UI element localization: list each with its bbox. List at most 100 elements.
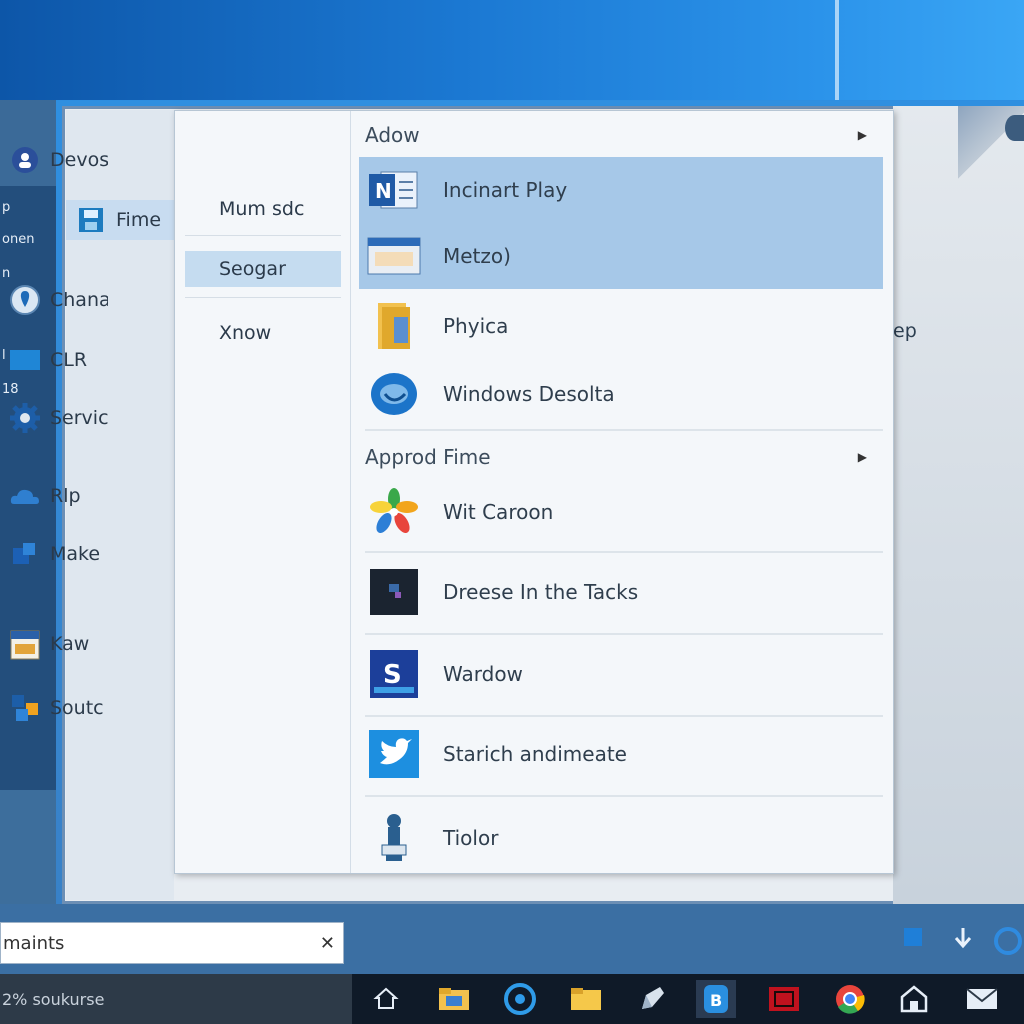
folder-icon [367,301,421,351]
svg-text:B: B [710,991,722,1010]
submenu-item[interactable]: Xnow [185,315,341,351]
menu-entry-label: Wit Caroon [443,500,554,524]
menu-list: Adow ▶ N Incinart Play Metzo) Phyica Win… [359,111,895,873]
store-icon[interactable] [894,980,934,1018]
nav-item-label: Servic [50,407,108,429]
apps-icon [10,693,40,723]
terminal-icon [367,567,421,617]
menu-entry-label: Starich andimeate [443,742,627,766]
left-panel-text: n [2,266,11,281]
media-app-icon[interactable] [764,980,804,1018]
cloud-icon [10,481,40,511]
pen-icon[interactable] [632,980,672,1018]
location-pin-icon [10,285,40,315]
nav-item-label: Make [50,543,101,565]
menu-entry[interactable]: Dreese In the Tacks [359,559,883,625]
corner-avatar-icon[interactable] [1005,115,1024,141]
window-app-icon [367,231,421,281]
svg-text:S: S [383,660,402,690]
nav-item-label: Chana [50,289,108,311]
settings-app-icon[interactable]: B [696,980,736,1018]
nav-item-label: Fime [116,209,162,231]
puzzle-icon [10,539,40,569]
submenu-divider [185,297,341,298]
menu-entry[interactable]: Starich andimeate [359,721,883,787]
submenu-divider [185,235,341,236]
home-icon[interactable] [366,980,406,1018]
menu-entry-label: Metzo) [443,244,511,268]
submenu-item[interactable]: Mum sdc [185,191,341,227]
menu-entry[interactable]: Phyica [359,293,883,359]
nav-item-label: Rlp [50,485,81,507]
nav-item-kaw[interactable]: Kaw [10,624,108,664]
desktop-wallpaper [0,0,1024,100]
menu-divider [365,633,883,635]
display-icon [10,345,40,375]
nav-item-label: Soutc [50,697,104,719]
nav-item-label: CLR [50,349,88,371]
menu-entry[interactable]: N Incinart Play [359,157,883,223]
window-content-area [893,106,1024,904]
menu-divider [365,715,883,717]
calendar-icon [10,629,40,660]
nav-item-clr[interactable]: CLR [10,340,108,380]
menu-divider [365,429,883,431]
chrome-icon[interactable] [830,980,870,1018]
figure-icon [367,813,421,863]
section-header[interactable]: Adow ▶ [359,115,883,155]
save-icon [76,205,106,235]
nav-item-devos[interactable]: Devos [10,140,108,180]
browser-icon[interactable] [500,980,540,1018]
nav-item-label: Devos [50,149,108,171]
mail-icon[interactable] [962,980,1002,1018]
menu-entry-label: Wardow [443,662,523,686]
left-panel-text: 18 [2,382,19,397]
square-icon[interactable] [902,926,926,956]
notes-app-icon: N [367,165,421,215]
folder-icon[interactable] [566,980,606,1018]
gear-icon [10,403,40,433]
chevron-right-icon: ▶ [857,128,867,142]
nav-item-rlp[interactable]: Rlp [10,476,108,516]
search-input[interactable]: maints ✕ [0,922,344,964]
s-app-icon: S [367,649,421,699]
menu-entry-label: Incinart Play [443,178,568,202]
menu-entry[interactable]: Tiolor [359,805,883,871]
menu-entry-label: Windows Desolta [443,382,615,406]
svg-text:N: N [375,179,392,203]
nav-item-make[interactable]: Make [10,534,108,574]
menu-divider [365,795,883,797]
taskbar-status-text: 2% soukurse [0,974,352,1024]
bird-app-icon [367,729,421,779]
section-header[interactable]: Approd Fime ▶ [359,437,883,477]
menu-entry-label: Phyica [443,314,509,338]
menu-entry[interactable]: Wit Caroon [359,479,883,545]
pinwheel-icon [367,487,421,537]
section-title: Adow [365,123,420,147]
window-side-text: ep [893,320,917,342]
menu-divider [365,551,883,553]
left-panel-text: p [2,200,11,215]
search-input-value: maints [3,932,65,954]
nav-item-soutc[interactable]: Soutc [10,688,108,728]
arrow-down-icon[interactable] [952,926,976,956]
nav-item-servic[interactable]: Servic [10,398,108,438]
menu-entry-label: Dreese In the Tacks [443,580,639,604]
chevron-right-icon: ▶ [857,450,867,464]
left-panel-text: onen [2,232,35,247]
submenu-item-selected[interactable]: Seogar [185,251,341,287]
menu-entry[interactable]: Windows Desolta [359,361,883,427]
nav-item-fime[interactable]: Fime [66,200,174,240]
nav-item-chana[interactable]: Chana [10,280,108,320]
circle-icon[interactable] [992,926,1024,956]
close-icon[interactable]: ✕ [320,933,335,954]
start-flyout-menu: Mum sdc Seogar Xnow Adow ▶ N Incinart Pl… [174,110,894,874]
section-title: Approd Fime [365,445,491,469]
menu-entry-label: Tiolor [443,826,499,850]
left-panel-footer [0,790,56,908]
menu-entry[interactable]: Metzo) [359,223,883,289]
user-circle-icon [10,145,40,175]
file-explorer-icon[interactable] [434,980,474,1018]
nav-item-label: Kaw [50,633,90,655]
menu-entry[interactable]: S Wardow [359,641,883,707]
